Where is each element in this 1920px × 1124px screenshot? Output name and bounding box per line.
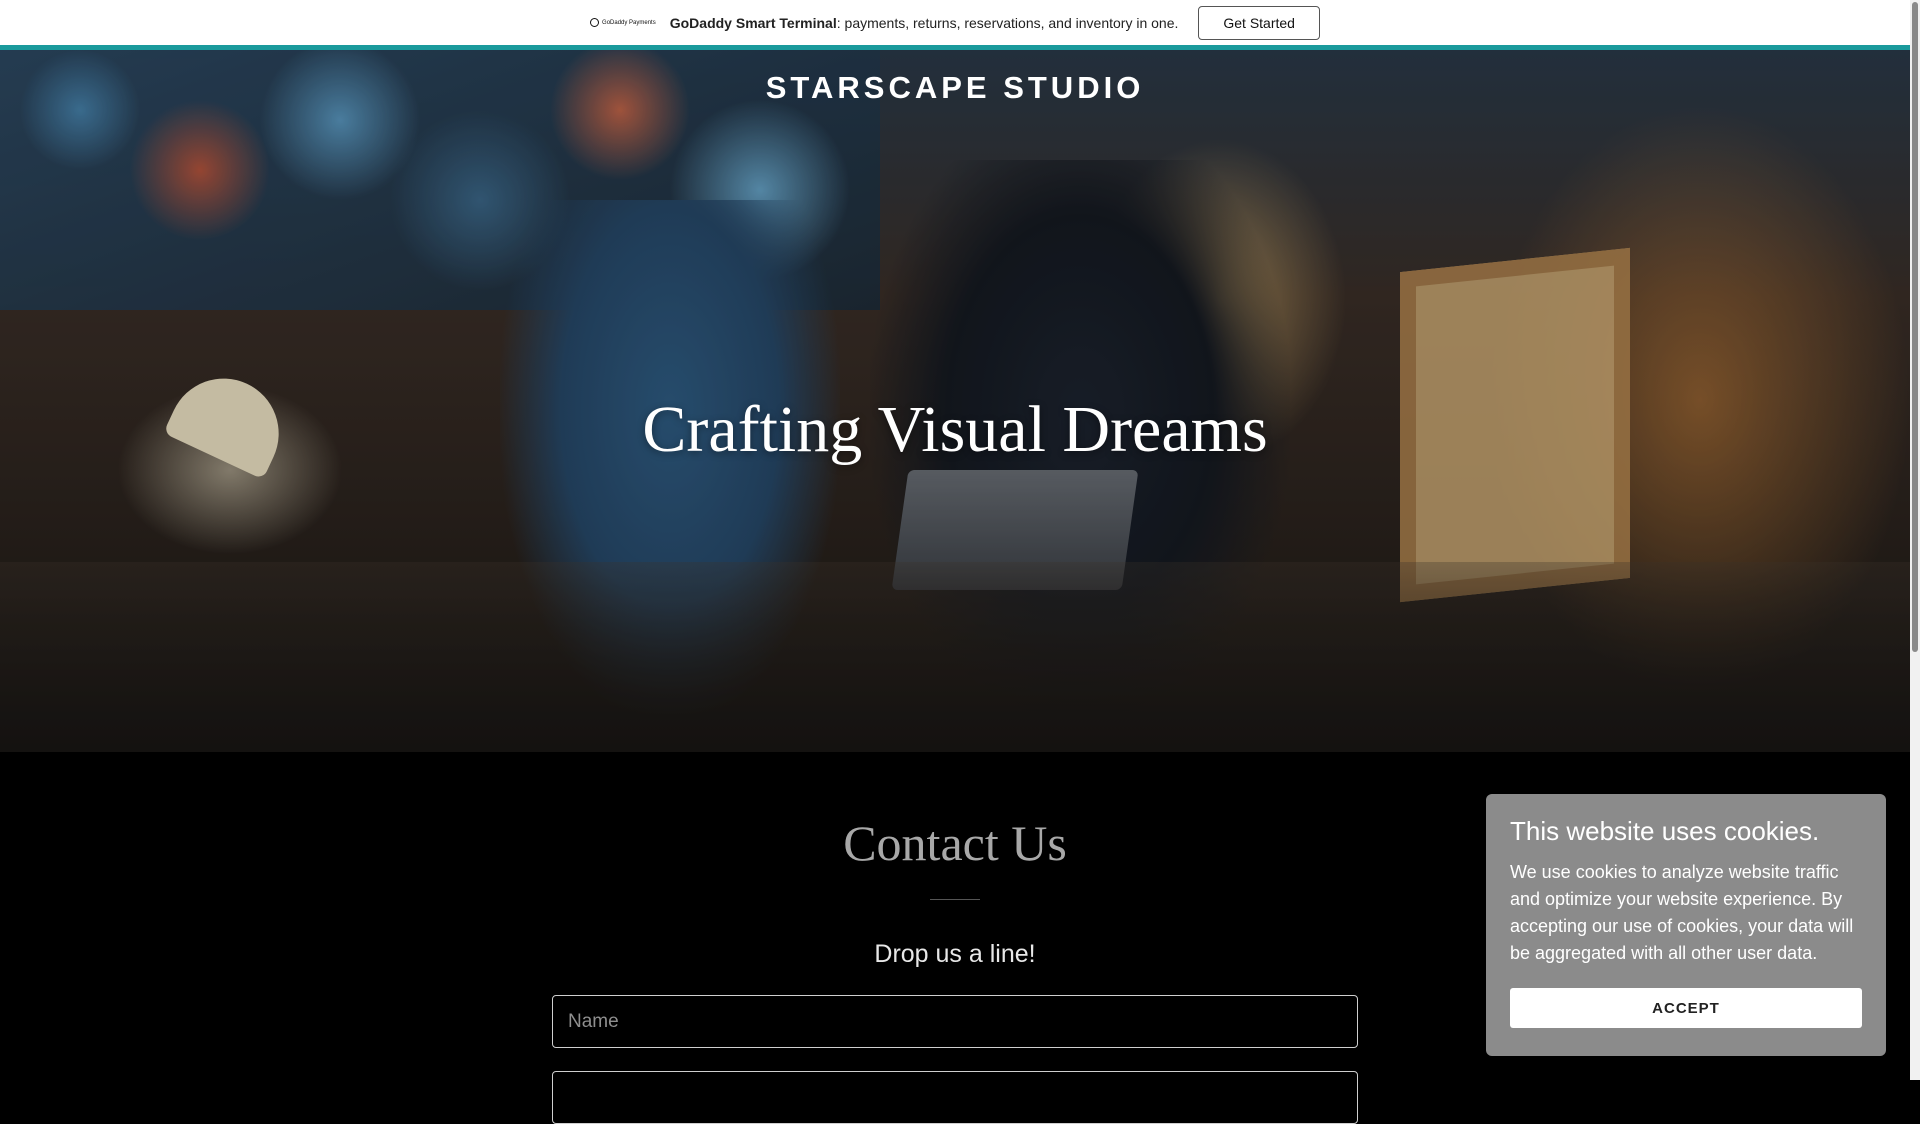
promo-headline-rest: : payments, returns, reservations, and i… (836, 14, 1179, 31)
accept-cookies-button[interactable]: ACCEPT (1510, 988, 1862, 1028)
godaddy-logo-icon (590, 18, 600, 27)
godaddy-logo-text: GoDaddy Payments (602, 19, 656, 26)
godaddy-payments-logo: GoDaddy Payments (590, 18, 656, 27)
email-input[interactable] (552, 1071, 1358, 1124)
hero-headline: Crafting Visual Dreams (642, 393, 1268, 466)
cookie-body-text: We use cookies to analyze website traffi… (1510, 862, 1854, 963)
cookie-title: This website uses cookies. (1510, 816, 1820, 846)
contact-divider (930, 899, 980, 900)
promo-banner: GoDaddy Payments GoDaddy Smart Terminal:… (0, 0, 1910, 45)
promo-text: GoDaddy Smart Terminal: payments, return… (670, 15, 1179, 31)
cookie-consent-popup: This website uses cookies. We use cookie… (1486, 794, 1886, 1056)
site-title[interactable]: STARSCAPE STUDIO (0, 70, 1910, 106)
page-scrollbar-thumb[interactable] (1912, 2, 1918, 652)
promo-headline-bold: GoDaddy Smart Terminal (669, 14, 837, 31)
get-started-button[interactable]: Get Started (1198, 5, 1320, 40)
name-input[interactable] (552, 995, 1358, 1048)
